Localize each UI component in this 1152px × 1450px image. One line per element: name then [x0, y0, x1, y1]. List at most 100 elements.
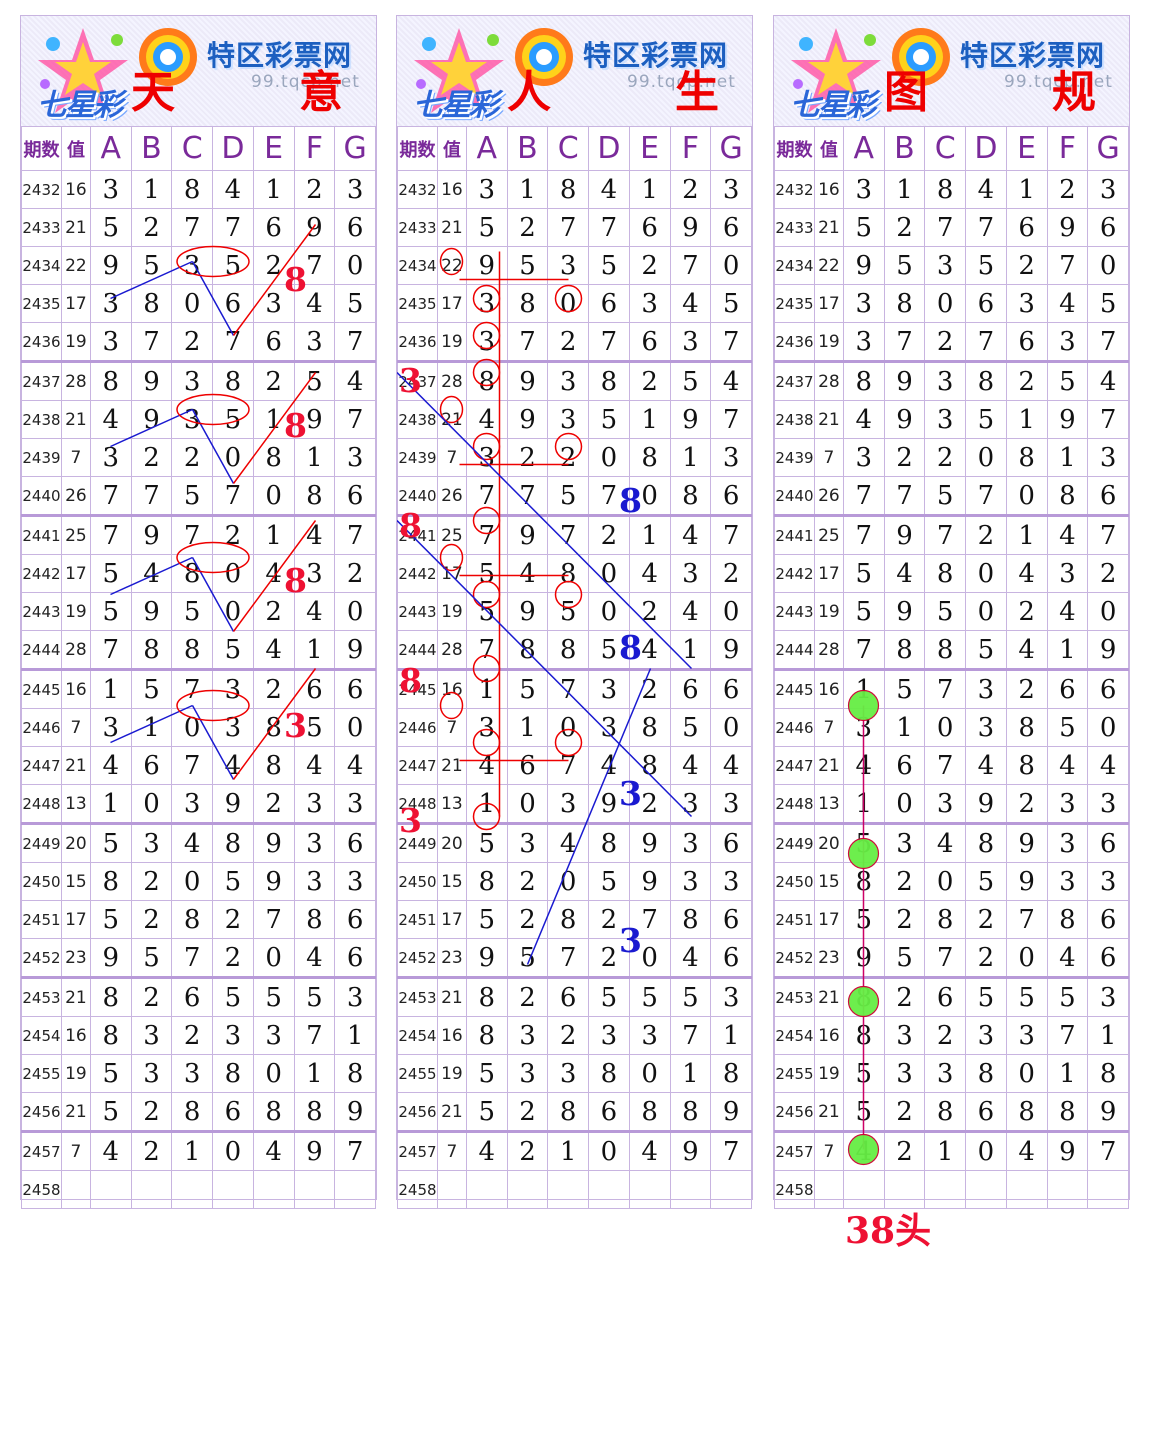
digit-cell: 8 [669, 1092, 712, 1133]
period-cell: 2449 [774, 823, 815, 863]
sum-cell: 16 [436, 669, 467, 709]
sum-cell: 28 [436, 361, 467, 401]
site-logo-banner: 七星彩 特区彩票网 99.tqcp.net 图规 [774, 16, 1129, 126]
digit-cell: 5 [669, 361, 712, 401]
digit-cell: 6 [171, 977, 214, 1017]
period-cell: 2436 [774, 322, 815, 363]
period-cell: 2447 [397, 746, 438, 785]
digit-cell: 8 [965, 1054, 1007, 1093]
table-row: 2433 21 5 2 7 7 6 9 6 [774, 208, 1129, 247]
table-row: 2432 16 3 1 8 4 1 2 3 [397, 170, 752, 209]
digit-cell: 6 [588, 1092, 630, 1133]
table-row: 2437 28 8 9 3 8 2 5 4 [774, 361, 1129, 401]
digit-cell: 8 [547, 170, 590, 209]
digit-cell: 1 [252, 515, 295, 555]
header-col-d: D [588, 126, 630, 171]
header-period: 期数 [397, 126, 438, 171]
digit-cell: 5 [842, 900, 885, 939]
digit-cell: 3 [965, 708, 1007, 747]
annotation-number: 8 [284, 260, 307, 299]
period-cell: 2455 [397, 1054, 438, 1093]
digit-cell: 0 [171, 708, 214, 747]
table-row: 2449 20 5 3 4 8 9 3 6 [774, 823, 1129, 863]
period-cell: 2454 [774, 1016, 815, 1055]
digit-cell: 5 [842, 1092, 885, 1133]
table-row: 2456 21 5 2 8 6 8 8 9 [397, 1092, 752, 1133]
chart-panel-1: 七星彩 特区彩票网 99.tqcp.net 天意期数值 A B C D E F G 2432 16 3 1 8… [20, 15, 377, 1209]
digit-cell: 5 [883, 938, 926, 979]
table-row: 2454 16 8 3 2 3 3 7 1 [21, 1016, 376, 1055]
digit-cell: 8 [965, 823, 1007, 863]
table-row: 2455 19 5 3 3 8 0 1 8 [21, 1054, 376, 1093]
digit-cell: 0 [710, 246, 752, 285]
digit-cell: 7 [547, 746, 590, 785]
digit-cell: 9 [1005, 823, 1048, 863]
digit-cell: 8 [252, 1092, 295, 1133]
digit-cell: 0 [588, 438, 630, 477]
period-cell: 2434 [397, 246, 438, 285]
digit-cell: 7 [547, 515, 590, 555]
sum-cell: 17 [813, 284, 844, 323]
digit-cell: 8 [89, 361, 132, 401]
table-row: 2450 15 8 2 0 5 9 3 3 [774, 862, 1129, 901]
digit-cell: 8 [89, 1016, 132, 1055]
digit-cell: 6 [710, 823, 752, 863]
sum-cell: 17 [436, 900, 467, 939]
sum-cell: 19 [813, 592, 844, 631]
digit-cell: 7 [1046, 246, 1089, 285]
draw-history-table: 期数值 A B C D E F G 2432 16 3 1 8 4 1 2 3 2433 21 5 2 7 7 6 9 6 2434… [397, 126, 752, 1209]
digit-cell: 9 [506, 592, 549, 631]
digit-cell: 7 [710, 1131, 752, 1171]
digit-cell: 3 [669, 862, 712, 901]
table-row: 2458 [774, 1170, 1129, 1209]
period-cell: 2443 [397, 592, 438, 631]
digit-cell: 8 [1046, 476, 1089, 517]
digit-cell: 7 [506, 476, 549, 517]
digit-cell: 2 [883, 900, 926, 939]
digit-cell: 8 [588, 823, 630, 863]
digit-cell: 3 [669, 554, 712, 593]
sum-cell: 7 [436, 1131, 467, 1171]
table-row: 2435 17 3 8 0 6 3 4 5 [21, 284, 376, 323]
digit-cell: 1 [89, 784, 132, 825]
sum-cell: 21 [813, 400, 844, 439]
digit-cell: 2 [130, 208, 173, 247]
digit-cell: 3 [669, 823, 712, 863]
sum-cell: 13 [813, 784, 844, 825]
digit-cell: 8 [883, 284, 926, 323]
period-cell: 2446 [21, 708, 62, 747]
digit-cell: 2 [334, 554, 376, 593]
annotation-number: 8 [399, 506, 422, 545]
digit-cell: 5 [89, 900, 132, 939]
digit-cell: 8 [1005, 746, 1048, 785]
digit-cell: 7 [212, 476, 254, 517]
period-cell: 2450 [774, 862, 815, 901]
digit-cell: 3 [465, 438, 508, 477]
digit-cell: 5 [588, 977, 630, 1017]
digit-cell: 8 [842, 977, 885, 1017]
digit-cell: 3 [842, 170, 885, 209]
digit-cell: 8 [547, 900, 590, 939]
table-row: 2449 20 5 3 4 8 9 3 6 [21, 823, 376, 863]
table-row: 2455 19 5 3 3 8 0 1 8 [774, 1054, 1129, 1093]
digit-cell: 0 [252, 476, 295, 517]
digit-cell: 0 [1087, 708, 1129, 747]
digit-cell: 3 [89, 284, 132, 323]
digit-cell: 0 [965, 438, 1007, 477]
game-logo-text: 七星彩 [37, 88, 123, 123]
digit-cell: 2 [212, 938, 254, 979]
period-cell: 2438 [397, 400, 438, 439]
digit-cell: 1 [252, 170, 295, 209]
table-row: 2450 15 8 2 0 5 9 3 3 [21, 862, 376, 901]
sum-cell: 17 [813, 900, 844, 939]
draw-history-table: 期数值 A B C D E F G 2432 16 3 1 8 4 1 2 3 2433 21 5 2 7 7 6 9 6 2434… [774, 126, 1129, 1209]
digit-cell: 3 [1087, 862, 1129, 901]
digit-cell: 7 [171, 669, 214, 709]
digit-cell: 1 [1046, 630, 1089, 671]
digit-cell: 8 [547, 554, 590, 593]
panel-right-char: 意 [299, 67, 343, 118]
table-row: 2449 20 5 3 4 8 9 3 6 [397, 823, 752, 863]
period-cell: 2453 [21, 977, 62, 1017]
digit-cell: 4 [547, 823, 590, 863]
sum-cell: 15 [60, 862, 91, 901]
